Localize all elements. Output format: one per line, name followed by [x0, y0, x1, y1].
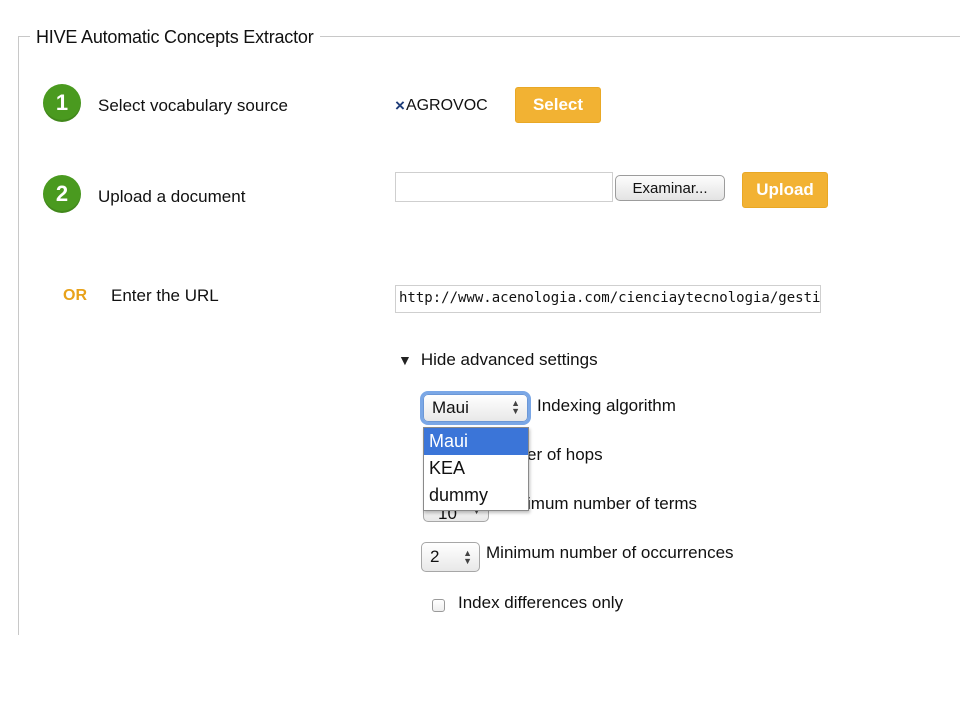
algorithm-dropdown-list: Maui KEA dummy	[423, 427, 529, 511]
url-label: Enter the URL	[111, 286, 219, 305]
diff-only-checkbox[interactable]	[432, 599, 445, 612]
algorithm-option-dummy[interactable]: dummy	[424, 482, 528, 509]
file-path-input[interactable]	[395, 172, 613, 202]
advanced-settings-label: Hide advanced settings	[420, 350, 598, 369]
updown-arrows-icon: ▲▼	[511, 398, 520, 416]
panel-legend: HIVE Automatic Concepts Extractor	[30, 27, 320, 48]
min-occurrences-select[interactable]: 2 ▲ ▼	[421, 542, 480, 572]
triangle-down-icon: ▼	[398, 352, 412, 368]
advanced-settings-toggle[interactable]: ▼ Hide advanced settings	[398, 350, 598, 370]
algorithm-select[interactable]: Maui ▲ ▼	[423, 394, 528, 422]
step-2-badge: 2	[43, 175, 81, 213]
min-occurrences-label: Minimum number of occurrences	[486, 543, 734, 562]
vocabulary-name: AGROVOC	[405, 97, 488, 114]
step-1-label: Select vocabulary source	[98, 96, 288, 115]
or-label: OR	[63, 287, 87, 304]
algorithm-select-value: Maui	[432, 398, 469, 417]
min-terms-label: imum number of terms	[527, 494, 698, 513]
url-input[interactable]: http://www.acenologia.com/cienciaytecnol…	[395, 285, 821, 313]
select-vocabulary-button[interactable]: Select	[515, 87, 601, 123]
algorithm-option-maui[interactable]: Maui	[424, 428, 528, 455]
upload-button[interactable]: Upload	[742, 172, 828, 208]
algorithm-label: Indexing algorithm	[537, 396, 676, 415]
remove-vocabulary-icon[interactable]: ×	[395, 96, 405, 116]
hops-label: er of hops	[527, 445, 603, 464]
step-1-badge: 1	[43, 84, 81, 122]
updown-arrows-icon: ▲▼	[463, 548, 472, 566]
step-2-label: Upload a document	[98, 187, 246, 206]
algorithm-option-kea[interactable]: KEA	[424, 455, 528, 482]
diff-only-label: Index differences only	[458, 593, 624, 612]
min-occurrences-value: 2	[430, 547, 440, 566]
selected-vocabulary: × AGROVOC	[395, 96, 488, 116]
browse-button[interactable]: Examinar...	[615, 175, 725, 201]
